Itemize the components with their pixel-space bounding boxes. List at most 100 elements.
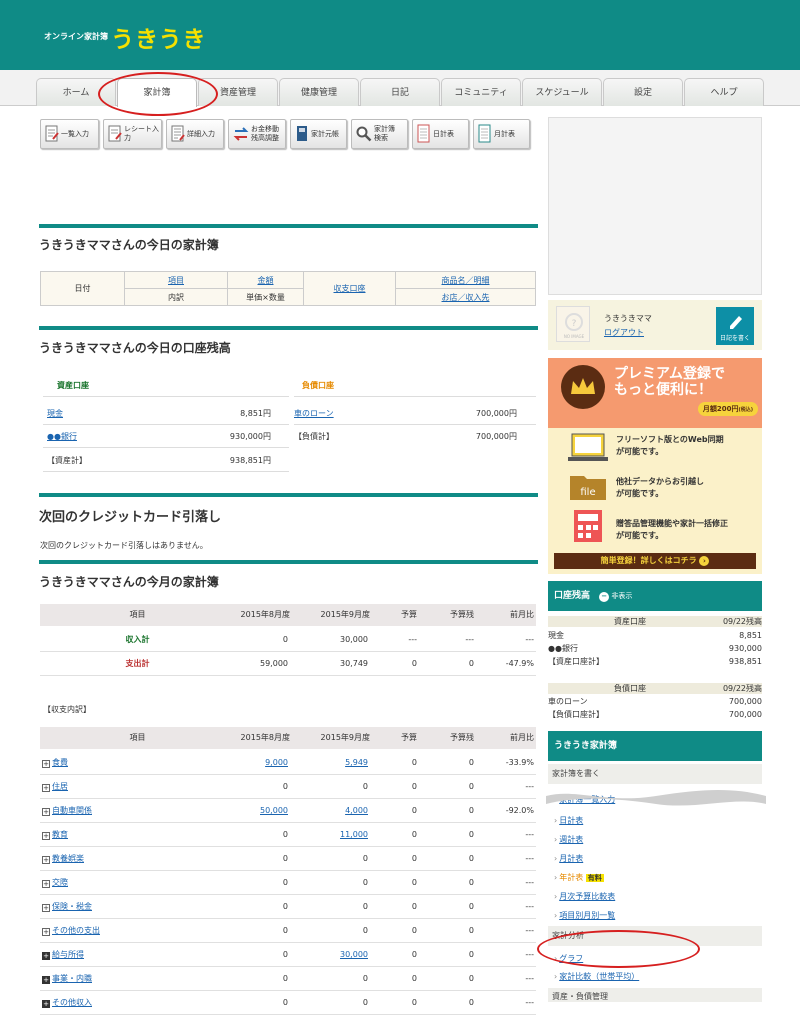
col-item-link[interactable]: 項目 <box>124 271 228 289</box>
menu-item-yearly[interactable]: 年計表 有料 <box>554 872 604 884</box>
col-product-link[interactable]: 商品名／明細 <box>395 271 536 289</box>
premium-feature-gift: 贈答品管理機能や家計一括修正 が可能です。 <box>616 519 728 540</box>
table-row: + 事業・内職 0 0 0 0 --- <box>40 967 536 991</box>
sep-value[interactable]: 30,000 <box>340 950 368 959</box>
today-kakeibo-table: 日付 項目 金額 収支口座 商品名／明細 内訳 単価×数量 お店／収入先 <box>40 271 536 306</box>
receipt-input-button[interactable]: レシート入力 <box>103 119 162 149</box>
tab-settings[interactable]: 設定 <box>603 78 683 106</box>
asset-total-row: 【資産計】 938,851円 <box>43 449 289 472</box>
sep-value[interactable]: 4,000 <box>345 806 368 815</box>
row-category-link[interactable]: 住居 <box>52 782 68 791</box>
menu-item-item-monthly[interactable]: 項目別月別一覧 <box>554 910 615 921</box>
sep-value: 0 <box>362 782 368 791</box>
aug-value: 0 <box>282 878 288 887</box>
liability-total-value: 700,000円 <box>475 432 517 441</box>
budget-value: 0 <box>411 950 417 959</box>
user-name: うきうきママ <box>604 314 652 323</box>
logout-link[interactable]: ログアウト <box>604 327 644 338</box>
side-balance-header: 口座残高 − 非表示 <box>548 581 762 611</box>
expand-plus-icon[interactable]: + <box>42 760 50 768</box>
asset-name-link[interactable]: 現金 <box>47 409 63 418</box>
expense-total-row: 支出計 59,000 30,749 0 0 -47.9% <box>40 652 536 676</box>
col-account-link[interactable]: 収支口座 <box>303 271 396 306</box>
liability-row: 車のローン 700,000円 <box>294 402 536 425</box>
aug-value[interactable]: 9,000 <box>265 758 288 767</box>
tab-home[interactable]: ホーム <box>36 78 116 106</box>
table-row: + 教養娯楽 0 0 0 0 --- <box>40 847 536 871</box>
kakeibo-search-button[interactable]: 家計簿 検索 <box>351 119 408 149</box>
asset-name-link[interactable]: ●●銀行 <box>47 432 77 441</box>
expand-plus-icon[interactable]: + <box>42 1000 50 1008</box>
tab-diary[interactable]: 日記 <box>360 78 440 106</box>
ratio-value: --- <box>525 926 534 935</box>
aug-value[interactable]: 50,000 <box>260 806 288 815</box>
premium-banner[interactable]: プレミアム登録で もっと便利に！ 月額200円(税込) フリーソフト版とのWeb… <box>548 358 762 574</box>
asset-value: 8,851円 <box>240 409 271 418</box>
expand-plus-icon[interactable]: + <box>42 904 50 912</box>
ratio-value: --- <box>525 974 534 983</box>
menu-item-budget-compare[interactable]: 月次予算比較表 <box>554 891 615 902</box>
hide-toggle[interactable]: − 非表示 <box>599 592 632 602</box>
row-category-link[interactable]: 事業・内職 <box>52 974 92 983</box>
row-category-link[interactable]: その他収入 <box>52 998 92 1007</box>
calculator-icon <box>574 510 602 542</box>
monthly-sheet-button[interactable]: 月計表 <box>473 119 530 149</box>
tab-assets[interactable]: 資産管理 <box>198 78 278 106</box>
expand-plus-icon[interactable]: + <box>42 856 50 864</box>
row-category-link[interactable]: 教養娯楽 <box>52 854 84 863</box>
menu-item-daily[interactable]: 日計表 <box>554 815 583 826</box>
aug-value: 0 <box>282 782 288 791</box>
daily-sheet-button[interactable]: 日計表 <box>412 119 469 149</box>
premium-feature-sync: フリーソフト版とのWeb同期 が可能です。 <box>616 435 724 456</box>
transfer-adjust-button[interactable]: お金移動 残高調整 <box>228 119 286 149</box>
sep-value: 0 <box>362 974 368 983</box>
sep-value[interactable]: 11,000 <box>340 830 368 839</box>
tab-health[interactable]: 健康管理 <box>279 78 359 106</box>
row-category-link[interactable]: 食費 <box>52 758 68 767</box>
expand-plus-icon[interactable]: + <box>42 784 50 792</box>
aug-value: 0 <box>282 950 288 959</box>
detail-input-button[interactable]: 詳細入力 <box>166 119 224 149</box>
row-category-link[interactable]: その他の支出 <box>52 926 100 935</box>
expand-plus-icon[interactable]: + <box>42 976 50 984</box>
expand-plus-icon[interactable]: + <box>42 928 50 936</box>
income-total-row: 収入計 0 30,000 --- --- --- <box>40 628 536 652</box>
table-row: + 教育 0 11,000 0 0 --- <box>40 823 536 847</box>
site-logo[interactable]: うきうき <box>111 20 207 54</box>
row-category-link[interactable]: 自動車関係 <box>52 806 92 815</box>
list-edit-icon <box>45 125 59 142</box>
tab-schedule[interactable]: スケジュール <box>522 78 602 106</box>
ledger-icon <box>297 126 307 141</box>
torn-edge-decoration <box>546 790 766 806</box>
minus-icon: − <box>599 592 610 602</box>
list-input-button[interactable]: 一覧入力 <box>40 119 99 149</box>
row-category-link[interactable]: 給与所得 <box>52 950 84 959</box>
expand-plus-icon[interactable]: + <box>42 952 50 960</box>
section-divider <box>39 560 538 564</box>
menu-item-weekly[interactable]: 週計表 <box>554 834 583 845</box>
row-category-link[interactable]: 保険・税金 <box>52 902 92 911</box>
ledger-button[interactable]: 家計元帳 <box>290 119 347 149</box>
site-tagline: オンライン家計簿 <box>44 32 108 41</box>
month-kakeibo-title: うきうきママさんの今月の家計簿 <box>39 575 219 589</box>
side-balance-title: 口座残高 <box>554 591 591 601</box>
liability-name-link[interactable]: 車のローン <box>294 409 334 418</box>
sep-value[interactable]: 5,949 <box>345 758 368 767</box>
expand-plus-icon[interactable]: + <box>42 832 50 840</box>
budget-value: 0 <box>411 782 417 791</box>
menu-item-graph[interactable]: グラフ <box>554 953 583 964</box>
menu-item-monthly[interactable]: 月計表 <box>554 853 583 864</box>
row-category-link[interactable]: 交際 <box>52 878 68 887</box>
col-shop-link[interactable]: お店／収入先 <box>395 288 536 306</box>
menu-item-household-compare[interactable]: 家計比較（世帯平均） <box>554 971 639 982</box>
col-amount-link[interactable]: 金額 <box>227 271 304 289</box>
write-diary-button[interactable]: 日記を書く <box>716 307 754 345</box>
row-category-link[interactable]: 教育 <box>52 830 68 839</box>
budget-value: 0 <box>411 974 417 983</box>
premium-cta-button[interactable]: 簡単登録！詳しくはコチラ › <box>554 553 756 569</box>
tab-kakeibo[interactable]: 家計簿 <box>117 78 197 107</box>
expand-plus-icon[interactable]: + <box>42 808 50 816</box>
tab-community[interactable]: コミュニティ <box>441 78 521 106</box>
expand-plus-icon[interactable]: + <box>42 880 50 888</box>
tab-help[interactable]: ヘルプ <box>684 78 764 106</box>
